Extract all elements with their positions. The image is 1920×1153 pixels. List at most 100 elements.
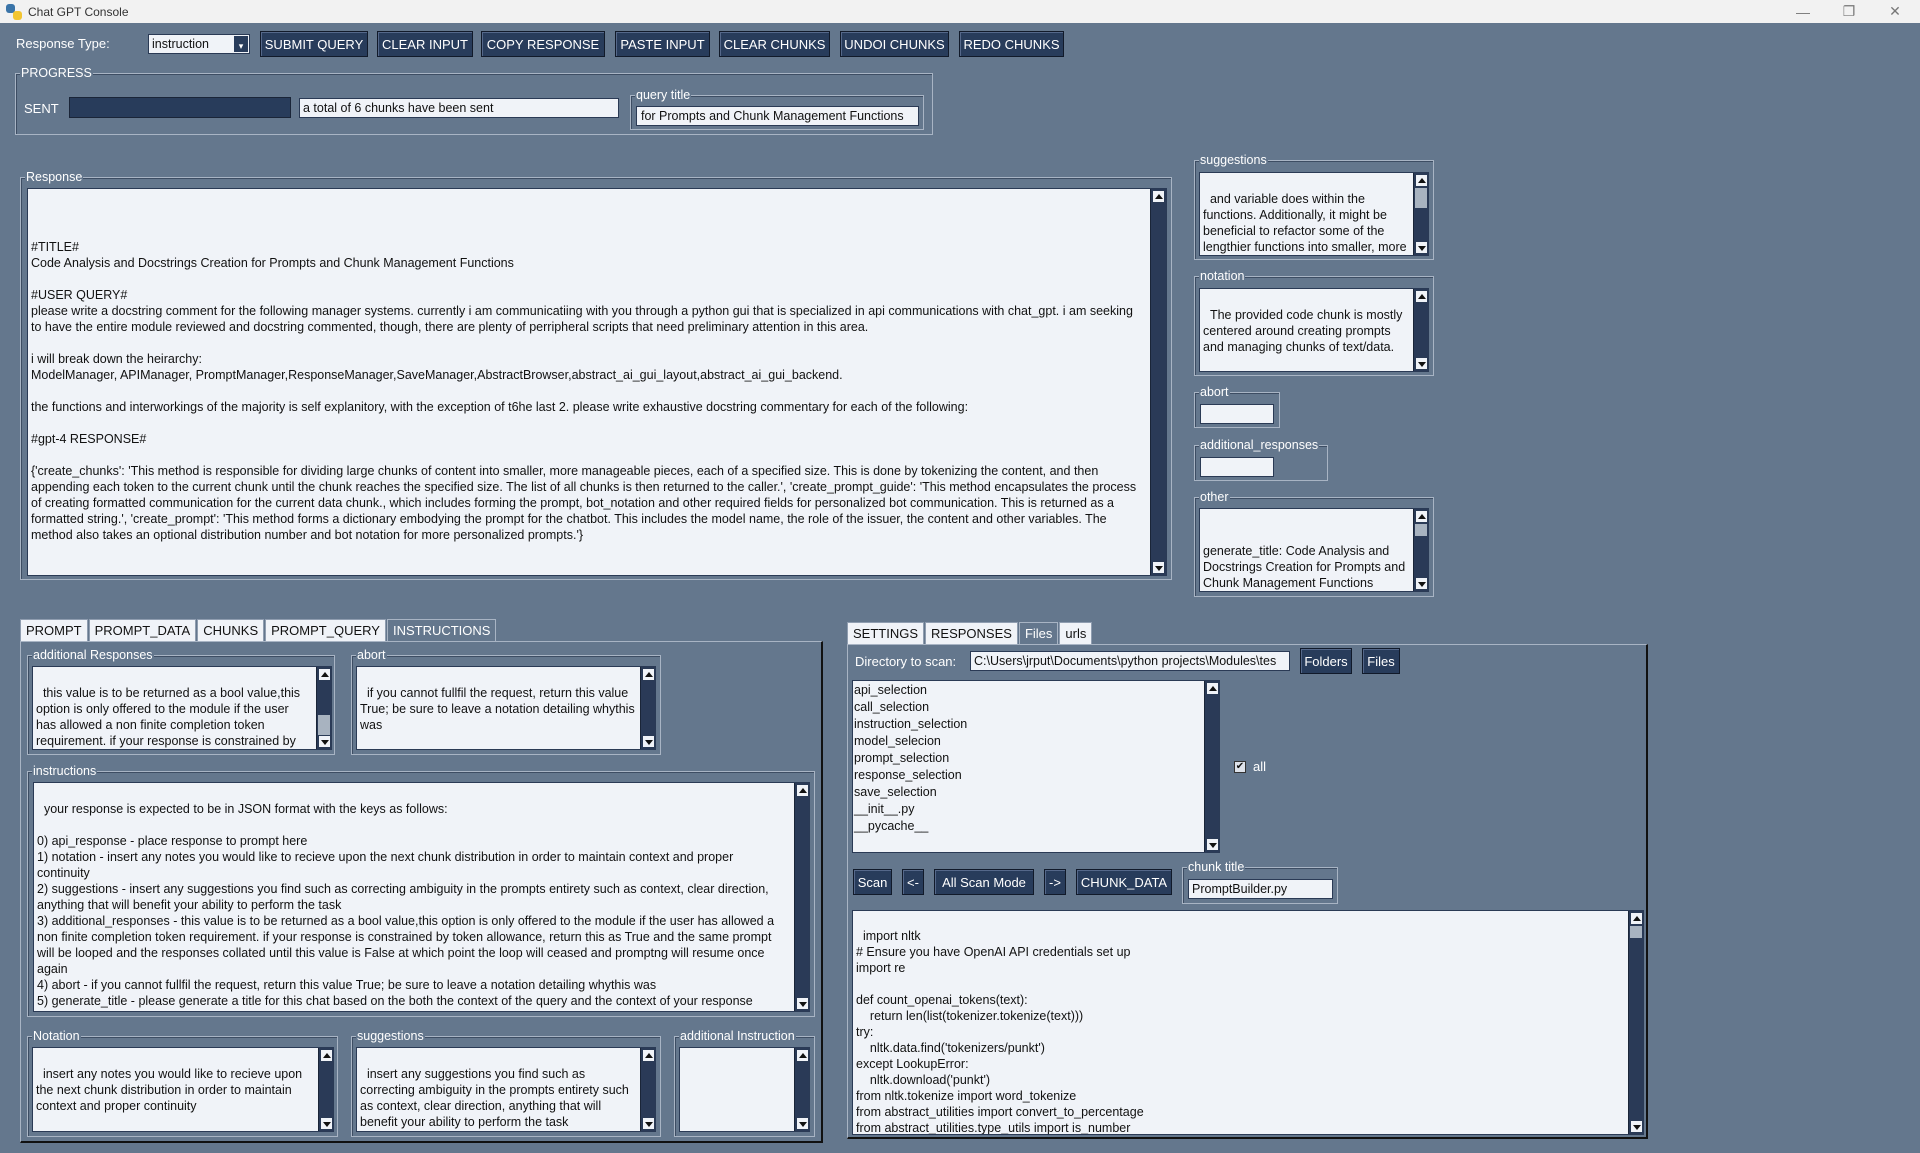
next-button[interactable]: -> xyxy=(1044,869,1066,895)
scroll-down-icon[interactable] xyxy=(1206,838,1219,851)
scroll-thumb[interactable] xyxy=(318,715,330,737)
scroll-up-icon[interactable] xyxy=(1415,510,1428,523)
directory-input[interactable]: C:\Users\jrput\Documents\python projects… xyxy=(970,651,1290,671)
scroll-down-icon[interactable] xyxy=(642,735,655,748)
file-list-item[interactable]: __pycache__ xyxy=(854,818,1199,835)
file-list-item[interactable]: api_selection xyxy=(854,682,1199,699)
scroll-down-icon[interactable] xyxy=(1415,241,1428,254)
scroll-thumb[interactable] xyxy=(1415,188,1427,208)
response-type-label: Response Type: xyxy=(16,36,110,51)
file-list-item[interactable]: call_selection xyxy=(854,699,1199,716)
scroll-down-icon[interactable] xyxy=(1415,577,1428,590)
additional-responses-scrollbar[interactable] xyxy=(316,667,331,749)
undo-chunks-button[interactable]: UNDOI CHUNKS xyxy=(840,31,949,57)
tab-instructions[interactable]: INSTRUCTIONS xyxy=(386,619,497,641)
scroll-up-icon[interactable] xyxy=(1415,174,1428,187)
file-list-item[interactable]: prompt_selection xyxy=(854,750,1199,767)
scroll-up-icon[interactable] xyxy=(796,1049,809,1062)
query-title-input[interactable]: for Prompts and Chunk Management Functio… xyxy=(636,106,919,126)
suggestions-scrollbar[interactable] xyxy=(640,1048,655,1131)
response-textarea[interactable]: #TITLE# Code Analysis and Docstrings Cre… xyxy=(27,188,1167,576)
side-suggestions-scrollbar[interactable] xyxy=(1413,173,1428,255)
chevron-down-icon[interactable]: ▾ xyxy=(234,36,248,52)
paste-input-button[interactable]: PASTE INPUT xyxy=(615,31,710,57)
scroll-down-icon[interactable] xyxy=(1152,561,1165,574)
scroll-thumb[interactable] xyxy=(1415,524,1427,536)
scroll-down-icon[interactable] xyxy=(1415,357,1428,370)
file-list-item[interactable]: save_selection xyxy=(854,784,1199,801)
sent-progress-fill xyxy=(70,98,290,117)
progress-status-field[interactable]: a total of 6 chunks have been sent xyxy=(299,98,619,118)
side-notation-textarea[interactable]: The provided code chunk is mostly center… xyxy=(1199,288,1429,372)
scroll-up-icon[interactable] xyxy=(1152,190,1165,203)
notation-textarea[interactable]: insert any notes you would like to recie… xyxy=(32,1047,334,1132)
file-list-item[interactable]: response_selection xyxy=(854,767,1199,784)
scroll-up-icon[interactable] xyxy=(642,668,655,681)
file-list-item[interactable]: __init__.py xyxy=(854,801,1199,818)
file-list[interactable]: api_selection call_selection instruction_s… xyxy=(852,680,1220,853)
additional-responses-textarea[interactable]: this value is to be returned as a bool v… xyxy=(32,666,332,750)
abort-textarea[interactable]: if you cannot fullfil the request, retur… xyxy=(356,666,656,750)
scroll-down-icon[interactable] xyxy=(1630,1120,1643,1133)
chunk-code-scrollbar[interactable] xyxy=(1628,911,1643,1134)
scroll-up-icon[interactable] xyxy=(1206,682,1219,695)
all-checkbox[interactable]: ✔ xyxy=(1234,761,1246,773)
maximize-button[interactable]: ❐ xyxy=(1826,0,1872,23)
side-additional-responses-input[interactable] xyxy=(1200,457,1274,477)
scroll-up-icon[interactable] xyxy=(1415,290,1428,303)
instructions-textarea[interactable]: your response is expected to be in JSON … xyxy=(33,782,810,1012)
side-abort-input[interactable] xyxy=(1200,404,1274,424)
scroll-thumb[interactable] xyxy=(1630,926,1642,938)
response-scrollbar[interactable] xyxy=(1150,189,1166,575)
scroll-down-icon[interactable] xyxy=(642,1117,655,1130)
response-type-select[interactable]: instruction ▾ xyxy=(148,34,250,54)
redo-chunks-button[interactable]: REDO CHUNKS xyxy=(959,31,1064,57)
tab-responses[interactable]: RESPONSES xyxy=(925,622,1018,644)
scroll-down-icon[interactable] xyxy=(796,1117,809,1130)
tab-settings[interactable]: SETTINGS xyxy=(847,622,925,644)
scroll-up-icon[interactable] xyxy=(642,1049,655,1062)
tab-prompt[interactable]: PROMPT xyxy=(20,619,88,641)
additional-instruction-scrollbar[interactable] xyxy=(794,1048,809,1131)
title-bar: Chat GPT Console — ❐ ✕ xyxy=(0,0,1920,23)
notation-scrollbar[interactable] xyxy=(318,1048,333,1131)
tab-chunks[interactable]: CHUNKS xyxy=(197,619,265,641)
suggestions-textarea[interactable]: insert any suggestions you find such as … xyxy=(356,1047,656,1132)
minimize-button[interactable]: — xyxy=(1780,0,1826,23)
tab-urls[interactable]: urls xyxy=(1059,622,1093,644)
clear-input-button[interactable]: CLEAR INPUT xyxy=(377,31,473,57)
scroll-up-icon[interactable] xyxy=(318,668,331,681)
chunk-title-input[interactable]: PromptBuilder.py xyxy=(1188,879,1333,899)
files-button[interactable]: Files xyxy=(1362,648,1400,674)
additional-instruction-textarea[interactable] xyxy=(679,1047,810,1132)
chunk-data-button[interactable]: CHUNK_DATA xyxy=(1076,869,1172,895)
tab-prompt-data[interactable]: PROMPT_DATA xyxy=(88,619,197,641)
clear-chunks-button[interactable]: CLEAR CHUNKS xyxy=(719,31,830,57)
right-tab-bar: SETTINGS RESPONSES Files urls xyxy=(847,622,1093,644)
scroll-up-icon[interactable] xyxy=(1630,912,1643,925)
close-button[interactable]: ✕ xyxy=(1872,0,1918,23)
scan-button[interactable]: Scan xyxy=(853,869,892,895)
previous-button[interactable]: <- xyxy=(902,869,924,895)
abort-scrollbar[interactable] xyxy=(640,667,655,749)
scroll-up-icon[interactable] xyxy=(796,784,809,797)
scroll-down-icon[interactable] xyxy=(320,1117,333,1130)
submit-query-button[interactable]: SUBMIT QUERY xyxy=(260,31,368,57)
folders-button[interactable]: Folders xyxy=(1300,648,1352,674)
scroll-up-icon[interactable] xyxy=(320,1049,333,1062)
scroll-down-icon[interactable] xyxy=(318,735,331,748)
file-list-item[interactable]: model_selecion xyxy=(854,733,1199,750)
instructions-scrollbar[interactable] xyxy=(794,783,809,1011)
side-suggestions-textarea[interactable]: and variable does within the functions. … xyxy=(1199,172,1429,256)
file-list-scrollbar[interactable] xyxy=(1204,681,1219,852)
chunk-code-textarea[interactable]: import nltk # Ensure you have OpenAI API… xyxy=(852,910,1644,1135)
scroll-down-icon[interactable] xyxy=(796,997,809,1010)
tab-files[interactable]: Files xyxy=(1018,622,1059,644)
scan-mode-button[interactable]: All Scan Mode xyxy=(934,869,1034,895)
side-other-textarea[interactable]: generate_title: Code Analysis and Docstr… xyxy=(1199,508,1429,592)
side-other-scrollbar[interactable] xyxy=(1413,509,1428,591)
file-list-item[interactable]: instruction_selection xyxy=(854,716,1199,733)
tab-prompt-query[interactable]: PROMPT_QUERY xyxy=(265,619,386,641)
side-notation-scrollbar[interactable] xyxy=(1413,289,1428,371)
copy-response-button[interactable]: COPY RESPONSE xyxy=(481,31,605,57)
